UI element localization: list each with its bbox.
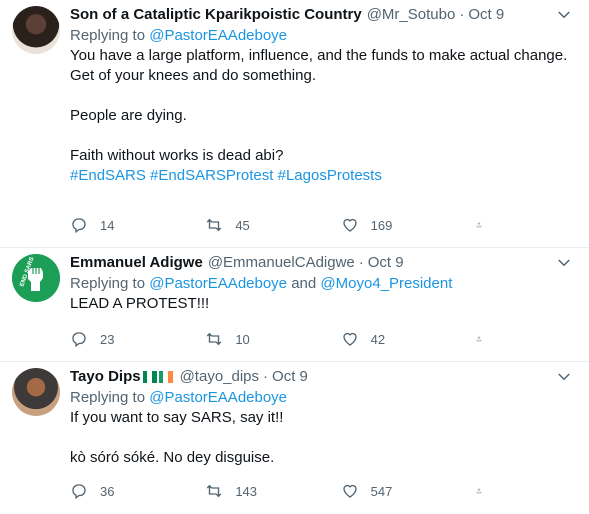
chevron-down-icon[interactable] (555, 368, 573, 386)
tweet-text: If you want to say SARS, say it!! kò sór… (70, 409, 284, 466)
like-icon (342, 332, 357, 346)
avatar[interactable]: END SARS (12, 254, 60, 302)
tweet-header: Son of a Cataliptic Kparikpoistic Countr… (70, 4, 575, 26)
tweet[interactable]: Tayo Dips @tayo_dips · Oct 9 Replying to… (0, 362, 589, 514)
tweet-actions: 23 10 42 (70, 330, 494, 348)
tweet-date[interactable]: Oct 9 (368, 253, 404, 273)
like-count: 547 (370, 483, 393, 499)
like-icon (342, 484, 357, 498)
avatar[interactable] (12, 6, 60, 54)
separator-dot: · (358, 254, 364, 271)
replying-to-label: Replying to (70, 275, 150, 292)
chevron-down-icon[interactable] (555, 6, 573, 24)
tweet[interactable]: Son of a Cataliptic Kparikpoistic Countr… (0, 0, 589, 248)
reply-icon (72, 332, 86, 348)
like-count: 169 (370, 217, 393, 233)
flag-emojis (142, 371, 175, 383)
mention-link[interactable]: @PastorEAAdeboye (149, 27, 287, 44)
reply-count: 14 (100, 217, 115, 233)
mention-link[interactable]: @PastorEAAdeboye (149, 389, 287, 406)
retweet-button[interactable]: 45 (205, 216, 305, 234)
tweet-header: Tayo Dips @tayo_dips · Oct 9 (70, 366, 575, 388)
retweet-count: 10 (235, 331, 250, 347)
retweet-button[interactable]: 10 (205, 330, 305, 348)
share-icon (476, 488, 482, 494)
user-name[interactable]: Son of a Cataliptic Kparikpoistic Countr… (70, 5, 362, 25)
share-icon (476, 336, 482, 342)
reply-icon (72, 218, 86, 234)
reply-count: 23 (100, 331, 115, 347)
mention-link[interactable]: @Moyo4_President (320, 275, 452, 292)
hashtag-links[interactable]: #EndSARS #EndSARSProtest #LagosProtests (70, 166, 575, 186)
like-button[interactable]: 169 (341, 216, 441, 234)
share-button[interactable] (476, 330, 494, 348)
avatar[interactable] (12, 368, 60, 416)
user-handle[interactable]: @tayo_dips (180, 367, 259, 387)
like-icon (342, 218, 357, 232)
mention-link[interactable]: @PastorEAAdeboye (149, 275, 287, 292)
tweet-date[interactable]: Oct 9 (272, 367, 308, 387)
replying-to: Replying to @PastorEAAdeboye (70, 388, 575, 408)
share-icon (476, 222, 482, 228)
user-name[interactable]: Emmanuel Adigwe (70, 253, 203, 273)
replying-to-label: Replying to (70, 389, 150, 406)
retweet-icon (207, 218, 222, 232)
tweet-actions: 36 143 547 (70, 482, 494, 500)
separator-dot: · (459, 6, 465, 23)
chevron-down-icon[interactable] (555, 254, 573, 272)
user-handle[interactable]: @Mr_Sotubo (367, 5, 456, 25)
reply-button[interactable]: 23 (70, 330, 170, 348)
reply-button[interactable]: 36 (70, 482, 170, 500)
reply-icon (72, 484, 86, 500)
like-button[interactable]: 42 (341, 330, 441, 348)
user-name[interactable]: Tayo Dips (70, 367, 141, 387)
replying-to-joiner: and (287, 275, 321, 292)
retweet-button[interactable]: 143 (205, 482, 305, 500)
tweet-header: Emmanuel Adigwe @EmmanuelCAdigwe · Oct 9 (70, 252, 575, 274)
separator-dot: · (263, 368, 269, 385)
fist-icon: END SARS (12, 254, 60, 302)
replying-to-label: Replying to (70, 27, 150, 44)
user-handle[interactable]: @EmmanuelCAdigwe (208, 253, 355, 273)
replying-to: Replying to @PastorEAAdeboye (70, 26, 575, 46)
share-button[interactable] (476, 216, 494, 234)
retweet-icon (207, 332, 222, 346)
reply-count: 36 (100, 483, 115, 499)
like-count: 42 (370, 331, 386, 347)
tweet-text: You have a large platform, influence, an… (70, 47, 568, 164)
ireland-flag-icon (158, 371, 173, 383)
retweet-icon (207, 484, 222, 498)
tweet-date[interactable]: Oct 9 (468, 5, 504, 25)
tweet-content: Son of a Cataliptic Kparikpoistic Countr… (70, 4, 575, 247)
reply-button[interactable]: 14 (70, 216, 170, 234)
like-button[interactable]: 547 (341, 482, 441, 500)
share-button[interactable] (476, 482, 494, 500)
tweet-text: LEAD A PROTEST!!! (70, 295, 210, 312)
nigeria-flag-icon (142, 371, 157, 383)
retweet-count: 45 (235, 217, 250, 233)
retweet-count: 143 (235, 483, 258, 499)
tweet[interactable]: END SARS Emmanuel Adigwe @EmmanuelCAdigw… (0, 248, 589, 362)
tweet-actions: 14 45 169 (70, 216, 494, 234)
replying-to: Replying to @PastorEAAdeboye and @Moyo4_… (70, 274, 575, 294)
